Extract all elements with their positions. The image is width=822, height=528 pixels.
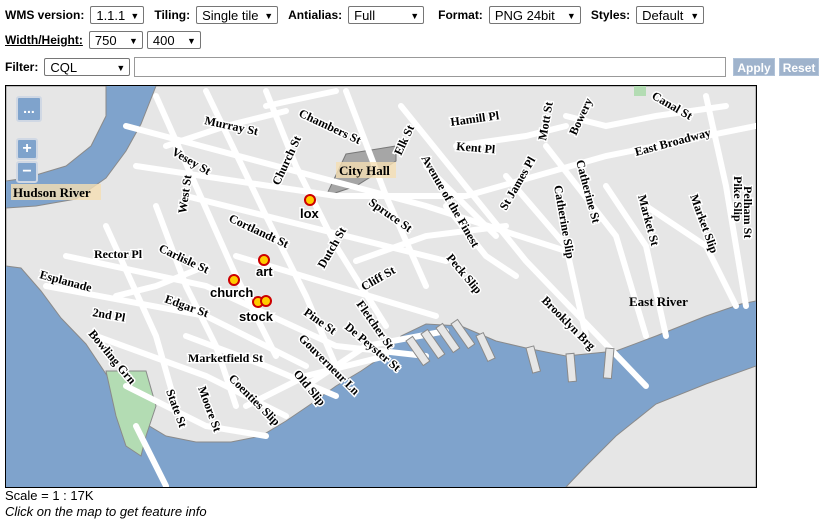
- chevron-down-icon: ▼: [264, 11, 274, 21]
- brooklyn-land: [565, 365, 756, 487]
- zoom-out-button[interactable]: −: [16, 161, 38, 183]
- layer-switcher-button[interactable]: ...: [16, 96, 42, 122]
- poi-label-stock: stock: [239, 309, 274, 324]
- tiling-label: Tiling:: [154, 8, 191, 22]
- poi-label-church: church: [210, 285, 253, 300]
- toolbar-row-2: Width/Height: 750 ▼ 400 ▼: [5, 30, 211, 50]
- street-label: Marketfield St: [188, 351, 263, 365]
- street-label: Rector Pl: [94, 247, 143, 261]
- height-select[interactable]: 400 ▼: [146, 31, 201, 49]
- poi-label-lox: lox: [300, 206, 320, 221]
- poi-marker-stock-2[interactable]: [260, 295, 272, 307]
- styles-label: Styles:: [590, 8, 631, 22]
- chevron-down-icon: ▼: [130, 11, 140, 21]
- zoom-in-button[interactable]: +: [16, 138, 38, 160]
- apply-button[interactable]: Apply: [733, 58, 775, 76]
- antialias-select[interactable]: Full ▼: [348, 6, 425, 24]
- width-height-label[interactable]: Width/Height:: [5, 33, 83, 47]
- chevron-down-icon: ▼: [128, 36, 138, 46]
- format-select[interactable]: PNG 24bit ▼: [488, 6, 581, 24]
- minus-icon: −: [22, 163, 32, 180]
- poi-label-art: art: [256, 264, 273, 279]
- plus-icon: +: [22, 140, 32, 157]
- reset-button[interactable]: Reset: [778, 58, 820, 76]
- poi-marker-church[interactable]: [228, 274, 240, 286]
- scale-text: Scale = 1 : 17K: [5, 488, 94, 503]
- feature-info-hint: Click on the map to get feature info: [5, 504, 207, 519]
- hudson-river-label: Hudson River: [13, 185, 91, 200]
- width-select[interactable]: 750 ▼: [88, 31, 143, 49]
- antialias-label: Antialias:: [288, 8, 343, 22]
- map-image[interactable]: Hudson River East River City Hall Murray…: [6, 86, 756, 487]
- city-hall-label: City Hall: [339, 163, 390, 178]
- wms-version-label: WMS version:: [5, 8, 85, 22]
- poi-marker-lox[interactable]: [304, 194, 316, 206]
- top-right-park: [634, 86, 646, 96]
- layer-switcher-icon: ...: [23, 100, 35, 116]
- chevron-down-icon: ▼: [410, 11, 420, 21]
- filter-text-input[interactable]: [134, 57, 727, 77]
- map-viewport[interactable]: Hudson River East River City Hall Murray…: [5, 85, 757, 488]
- east-river-label: East River: [629, 294, 688, 309]
- chevron-down-icon: ▼: [186, 36, 196, 46]
- filter-label: Filter:: [5, 60, 39, 74]
- chevron-down-icon: ▼: [566, 11, 576, 21]
- styles-select[interactable]: Default ▼: [636, 6, 705, 24]
- chevron-down-icon: ▼: [690, 11, 700, 21]
- tiling-select[interactable]: Single tile ▼: [196, 6, 279, 24]
- filter-type-select[interactable]: CQL ▼: [44, 58, 131, 76]
- street-label: Pelham St: [741, 186, 755, 238]
- toolbar-row-3: Filter: CQL ▼ Apply Reset: [5, 57, 820, 77]
- wms-version-select[interactable]: 1.1.1 ▼: [90, 6, 145, 24]
- toolbar-row-1: WMS version: 1.1.1 ▼ Tiling: Single tile ▼…: [5, 5, 714, 25]
- format-label: Format:: [438, 8, 483, 22]
- chevron-down-icon: ▼: [116, 63, 126, 73]
